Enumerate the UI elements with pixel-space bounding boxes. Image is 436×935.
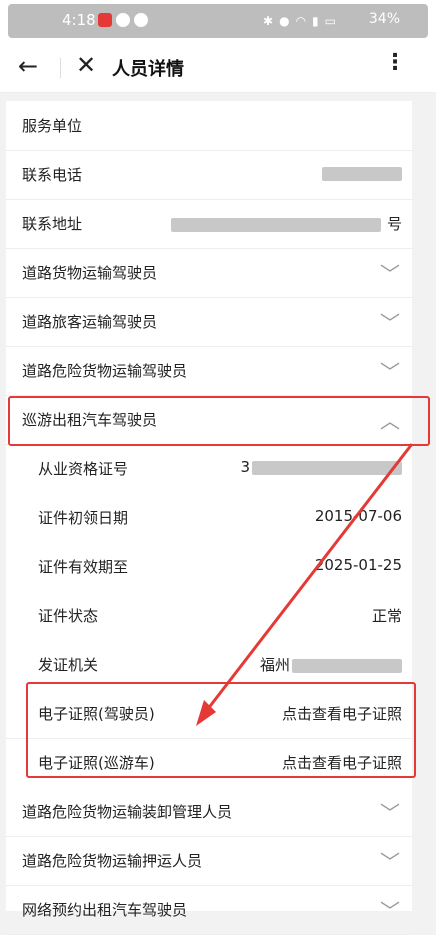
annotation-arrow [196, 443, 414, 726]
